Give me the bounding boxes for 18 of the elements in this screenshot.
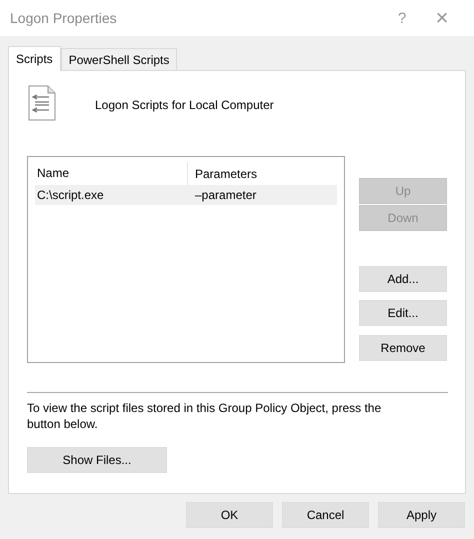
column-header[interactable]: Parameters (188, 166, 337, 180)
dialog-button[interactable]: OK (186, 502, 273, 528)
dialog-button[interactable]: Cancel (282, 502, 369, 528)
list-cell-text: –parameter (194, 188, 258, 202)
list-cell-text: C:\script.exe (36, 188, 105, 202)
script-list[interactable]: Name Parameters C:\script.exe –parameter (27, 156, 345, 363)
window-title: Logon Properties (10, 10, 118, 26)
dialog-button[interactable]: Apply (378, 502, 465, 528)
side-button[interactable]: Edit... (359, 300, 447, 326)
heading-text: Logon Scripts for Local Computer (95, 98, 274, 112)
tab[interactable]: PowerShell Scripts (60, 48, 178, 70)
show-files-button[interactable]: Show Files... (27, 447, 167, 473)
info-text: To view the script files stored in this Group Policy Object, press the button below. (27, 400, 382, 432)
side-button[interactable]: Remove (359, 335, 447, 361)
list-row[interactable]: C:\script.exe –parameter (35, 185, 337, 205)
side-button[interactable]: Add... (359, 266, 447, 292)
script-file-icon (27, 85, 57, 121)
tab[interactable]: Scripts (8, 46, 61, 71)
